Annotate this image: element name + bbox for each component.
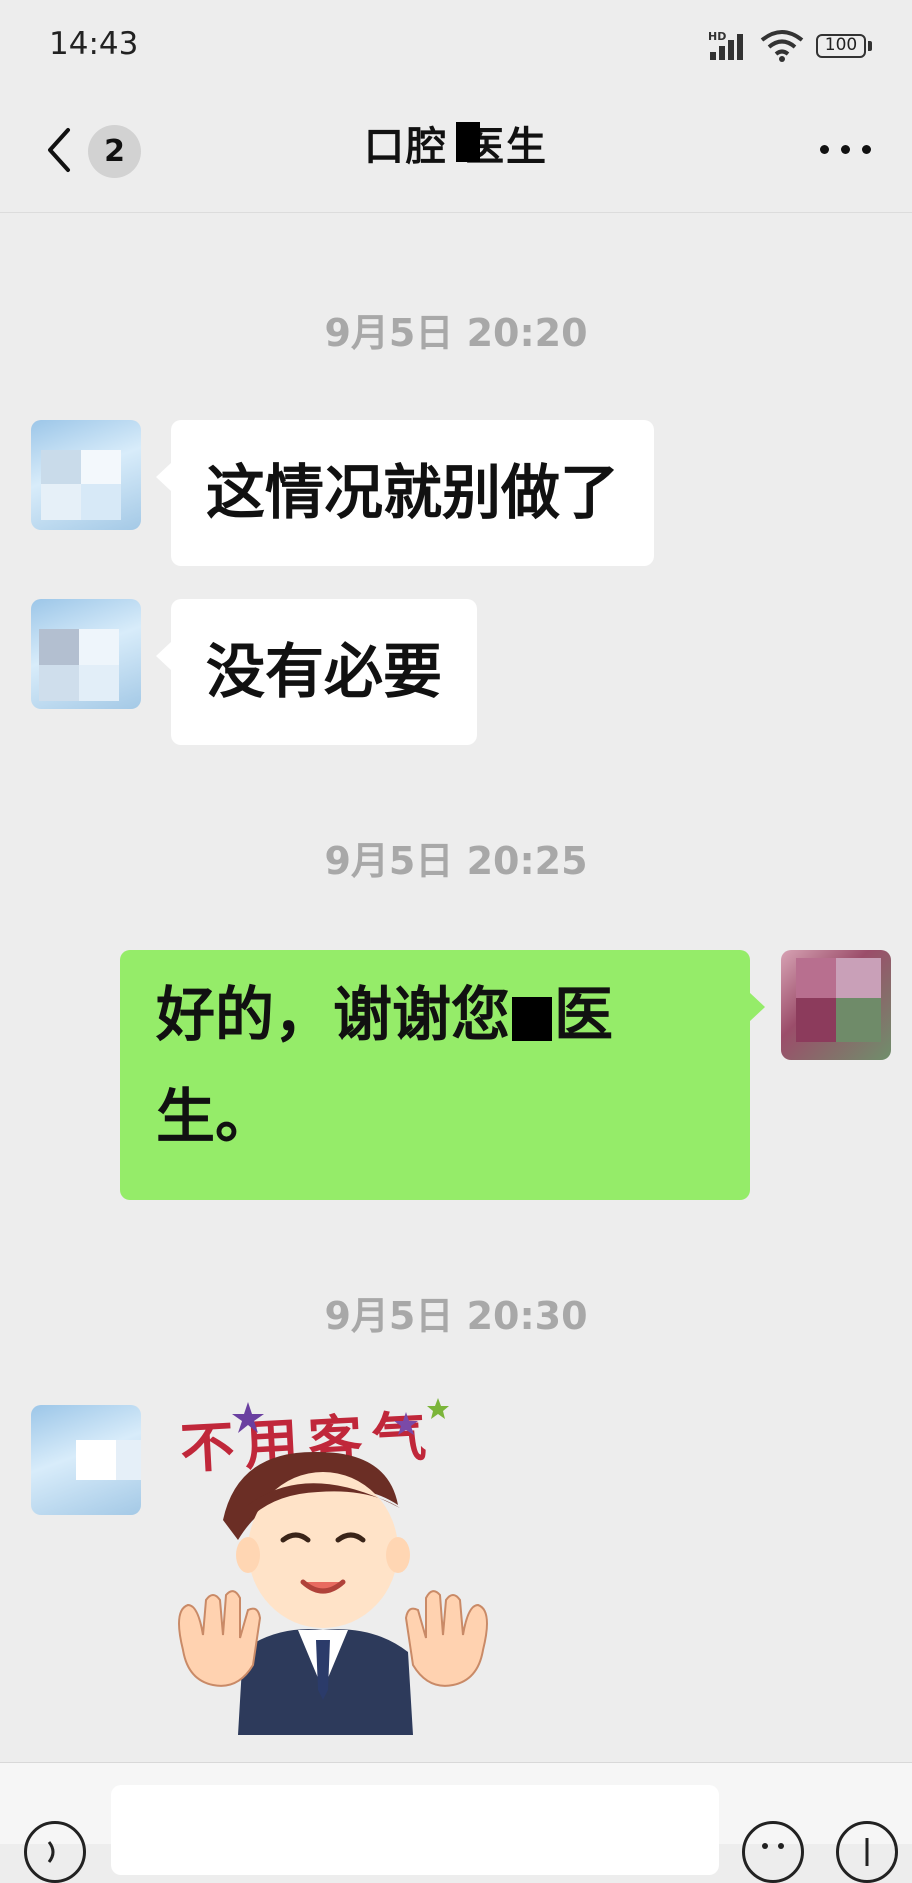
message-timestamp: 9月5日 20:25	[324, 839, 588, 883]
back-arrow-icon	[48, 128, 70, 172]
status-time: 14:43	[49, 26, 139, 62]
emoji-button[interactable]	[742, 1821, 804, 1883]
plus-icon	[865, 1838, 869, 1866]
signal-icon	[710, 34, 743, 60]
my-avatar[interactable]	[781, 950, 891, 1060]
doctor-avatar[interactable]	[31, 1405, 141, 1515]
avatar-blur	[39, 629, 79, 665]
sent-message-text: 医	[554, 980, 614, 1049]
message-timestamp: 9月5日 20:20	[324, 311, 588, 355]
received-message-bubble[interactable]: 没有必要	[155, 599, 478, 745]
doctor-avatar[interactable]	[31, 599, 141, 709]
avatar-blur	[41, 450, 81, 484]
voice-button[interactable]	[24, 1821, 86, 1883]
back-button[interactable]: 2	[34, 120, 184, 180]
avatar-blur	[41, 484, 81, 520]
message-timestamp: 9月5日 20:30	[324, 1294, 588, 1338]
sticker-message[interactable]: 不用客气	[168, 1390, 498, 1735]
avatar-blur	[836, 998, 881, 1042]
voice-icon	[47, 1841, 55, 1863]
received-message-bubble[interactable]: 这情况就别做了	[155, 420, 655, 566]
more-icon-dot	[841, 145, 850, 154]
chat-header: 2 口腔 医生	[0, 92, 912, 213]
redaction-mark	[456, 122, 480, 162]
plus-button[interactable]	[836, 1821, 898, 1883]
status-bar: 14:43 HD 100	[0, 0, 912, 92]
more-button[interactable]	[818, 128, 874, 168]
emoji-icon	[762, 1843, 784, 1849]
message-input[interactable]	[111, 1785, 719, 1875]
battery-tip	[868, 41, 872, 51]
sticker-cartoon-doctor	[178, 1398, 488, 1735]
doctor-avatar[interactable]	[31, 420, 141, 530]
chat-input-bar	[0, 1762, 912, 1883]
avatar-blur	[116, 1440, 141, 1480]
redaction-mark	[512, 996, 553, 1041]
avatar-blur	[39, 665, 79, 701]
wifi-icon	[760, 30, 804, 62]
avatar-blur	[81, 484, 121, 520]
more-icon	[820, 145, 829, 154]
avatar-blur	[796, 998, 836, 1042]
avatar-blur	[81, 450, 121, 484]
unread-badge: 2	[88, 125, 141, 178]
avatar-blur	[796, 958, 836, 998]
sent-message-bubble[interactable]: 好的，谢谢您医 生。	[120, 950, 765, 1200]
avatar-blur	[79, 665, 119, 701]
avatar-blur	[76, 1440, 116, 1480]
avatar-blur	[79, 629, 119, 665]
sent-message-text: 生。	[156, 1082, 275, 1151]
sent-message-text: 好的，谢谢您	[156, 980, 511, 1049]
more-icon-dot	[862, 145, 871, 154]
avatar-blur	[836, 958, 881, 998]
battery-icon: 100	[816, 34, 866, 58]
